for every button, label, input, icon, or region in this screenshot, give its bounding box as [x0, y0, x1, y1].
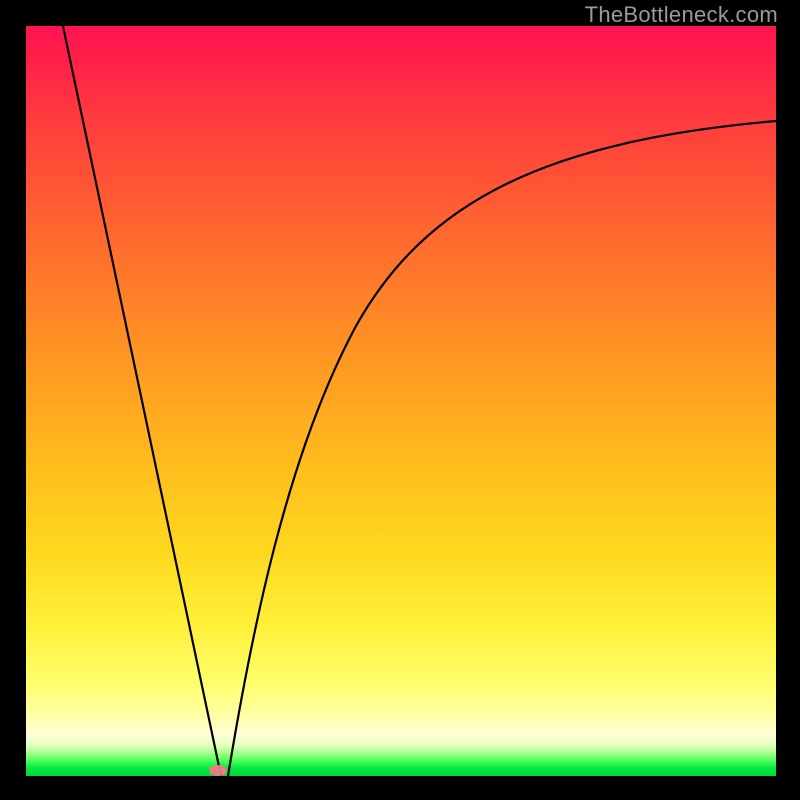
plot-area — [26, 26, 776, 776]
curve-left-branch — [63, 26, 221, 776]
outer-frame: TheBottleneck.com — [0, 0, 800, 800]
brand-watermark: TheBottleneck.com — [585, 2, 778, 28]
curve-right-branch — [228, 121, 776, 776]
bottleneck-curve — [26, 26, 776, 776]
bottleneck-marker — [209, 765, 227, 776]
